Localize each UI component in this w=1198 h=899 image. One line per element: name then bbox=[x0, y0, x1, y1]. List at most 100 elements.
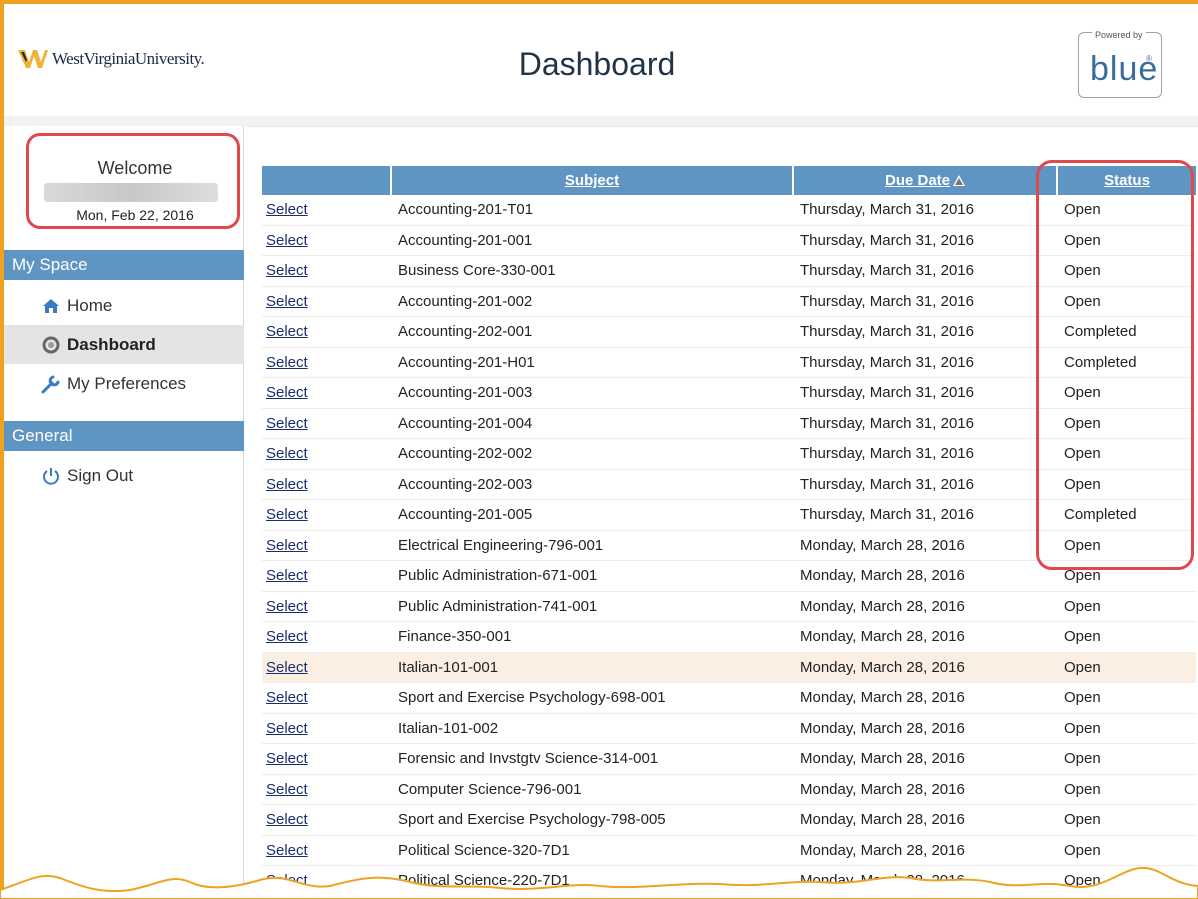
sidebar-item-label: Home bbox=[67, 295, 113, 315]
subject-column-header[interactable]: Subject bbox=[392, 166, 794, 195]
torn-page-edge bbox=[0, 866, 1198, 899]
select-cell: Select bbox=[262, 378, 392, 409]
due-date-cell: Monday, March 28, 2016 bbox=[794, 683, 1058, 714]
select-link[interactable]: Select bbox=[266, 567, 308, 584]
due-date-cell: Thursday, March 31, 2016 bbox=[794, 195, 1058, 226]
select-cell: Select bbox=[262, 531, 392, 561]
section-my-space: My Space bbox=[4, 250, 244, 280]
subject-cell: Accounting-202-002 bbox=[392, 439, 794, 470]
status-cell: Open bbox=[1058, 714, 1196, 744]
select-link[interactable]: Select bbox=[266, 811, 308, 828]
sidebar-item-my-preferences[interactable]: My Preferences bbox=[4, 364, 244, 403]
select-link[interactable]: Select bbox=[266, 384, 308, 401]
select-link[interactable]: Select bbox=[266, 537, 308, 554]
table-row: Select Public Administration-741-001 Monda… bbox=[262, 592, 1196, 622]
due-date-cell: Monday, March 28, 2016 bbox=[794, 775, 1058, 805]
due-date-cell: Monday, March 28, 2016 bbox=[794, 622, 1058, 653]
subject-cell: Public Administration-671-001 bbox=[392, 561, 794, 592]
select-link[interactable]: Select bbox=[266, 354, 308, 371]
status-annotation-circle bbox=[1036, 160, 1194, 570]
wrench-icon bbox=[41, 374, 61, 394]
select-link[interactable]: Select bbox=[266, 598, 308, 615]
select-cell: Select bbox=[262, 287, 392, 317]
status-cell: Open bbox=[1058, 622, 1196, 653]
select-link[interactable]: Select bbox=[266, 293, 308, 310]
select-cell: Select bbox=[262, 805, 392, 836]
due-date-cell: Thursday, March 31, 2016 bbox=[794, 470, 1058, 500]
select-link[interactable]: Select bbox=[266, 445, 308, 462]
due-date-cell: Thursday, March 31, 2016 bbox=[794, 317, 1058, 348]
select-link[interactable]: Select bbox=[266, 506, 308, 523]
subject-cell: Electrical Engineering-796-001 bbox=[392, 531, 794, 561]
due-date-cell: Thursday, March 31, 2016 bbox=[794, 226, 1058, 256]
select-link[interactable]: Select bbox=[266, 750, 308, 767]
subject-cell: Finance-350-001 bbox=[392, 622, 794, 653]
subject-cell: Accounting-202-003 bbox=[392, 470, 794, 500]
due-date-cell: Monday, March 28, 2016 bbox=[794, 531, 1058, 561]
status-cell: Open bbox=[1058, 744, 1196, 775]
due-date-cell: Thursday, March 31, 2016 bbox=[794, 348, 1058, 378]
due-date-cell: Thursday, March 31, 2016 bbox=[794, 439, 1058, 470]
select-link[interactable]: Select bbox=[266, 842, 308, 859]
select-cell: Select bbox=[262, 622, 392, 653]
dashboard-icon bbox=[41, 335, 61, 355]
subject-cell: Sport and Exercise Psychology-698-001 bbox=[392, 683, 794, 714]
subject-cell: Accounting-201-003 bbox=[392, 378, 794, 409]
due-date-cell: Monday, March 28, 2016 bbox=[794, 805, 1058, 836]
select-cell: Select bbox=[262, 744, 392, 775]
sort-ascending-icon bbox=[953, 175, 966, 186]
due-date-cell: Monday, March 28, 2016 bbox=[794, 652, 1058, 683]
subject-cell: Accounting-202-001 bbox=[392, 317, 794, 348]
subject-sort-link[interactable]: Subject bbox=[565, 172, 619, 189]
sidebar-item-sign-out[interactable]: Sign Out bbox=[4, 456, 244, 495]
due-date-cell: Monday, March 28, 2016 bbox=[794, 744, 1058, 775]
select-column-header bbox=[262, 166, 392, 195]
select-link[interactable]: Select bbox=[266, 720, 308, 737]
select-cell: Select bbox=[262, 409, 392, 439]
subject-cell: Sport and Exercise Psychology-798-005 bbox=[392, 805, 794, 836]
status-cell: Open bbox=[1058, 592, 1196, 622]
select-cell: Select bbox=[262, 256, 392, 287]
sidebar-item-label: Sign Out bbox=[67, 465, 134, 485]
table-row: Select Sport and Exercise Psychology-798-… bbox=[262, 805, 1196, 836]
select-cell: Select bbox=[262, 652, 392, 683]
subject-cell: Forensic and Invstgtv Science-314-001 bbox=[392, 744, 794, 775]
due-date-column-header[interactable]: Due Date bbox=[794, 166, 1058, 195]
top-frame-border bbox=[0, 0, 1198, 4]
select-cell: Select bbox=[262, 775, 392, 805]
select-link[interactable]: Select bbox=[266, 476, 308, 493]
home-icon bbox=[41, 296, 61, 316]
select-link[interactable]: Select bbox=[266, 628, 308, 645]
table-panel-top bbox=[246, 126, 1198, 156]
table-row: Select Forensic and Invstgtv Science-314-… bbox=[262, 744, 1196, 775]
subject-cell: Italian-101-001 bbox=[392, 652, 794, 683]
sidebar-item-dashboard[interactable]: Dashboard bbox=[4, 325, 244, 364]
select-link[interactable]: Select bbox=[266, 262, 308, 279]
select-cell: Select bbox=[262, 439, 392, 470]
select-link[interactable]: Select bbox=[266, 659, 308, 676]
sidebar bbox=[4, 126, 244, 899]
status-cell: Open bbox=[1058, 652, 1196, 683]
header-divider-band bbox=[4, 116, 1198, 126]
table-row: Select Italian-101-002 Monday, March 28, 2… bbox=[262, 714, 1196, 744]
select-cell: Select bbox=[262, 195, 392, 226]
due-date-cell: Monday, March 28, 2016 bbox=[794, 714, 1058, 744]
select-cell: Select bbox=[262, 348, 392, 378]
select-cell: Select bbox=[262, 226, 392, 256]
select-link[interactable]: Select bbox=[266, 415, 308, 432]
due-date-cell: Thursday, March 31, 2016 bbox=[794, 287, 1058, 317]
table-row: Select Finance-350-001 Monday, March 28, 2… bbox=[262, 622, 1196, 653]
registered-mark: ® bbox=[1146, 54, 1152, 63]
select-link[interactable]: Select bbox=[266, 781, 308, 798]
due-date-cell: Thursday, March 31, 2016 bbox=[794, 500, 1058, 531]
sidebar-item-home[interactable]: Home bbox=[4, 286, 244, 325]
due-date-sort-link[interactable]: Due Date bbox=[885, 172, 950, 189]
subject-cell: Accounting-201-001 bbox=[392, 226, 794, 256]
power-icon bbox=[41, 466, 61, 486]
select-link[interactable]: Select bbox=[266, 232, 308, 249]
select-link[interactable]: Select bbox=[266, 323, 308, 340]
select-link[interactable]: Select bbox=[266, 689, 308, 706]
select-link[interactable]: Select bbox=[266, 201, 308, 218]
due-date-cell: Thursday, March 31, 2016 bbox=[794, 378, 1058, 409]
select-cell: Select bbox=[262, 470, 392, 500]
